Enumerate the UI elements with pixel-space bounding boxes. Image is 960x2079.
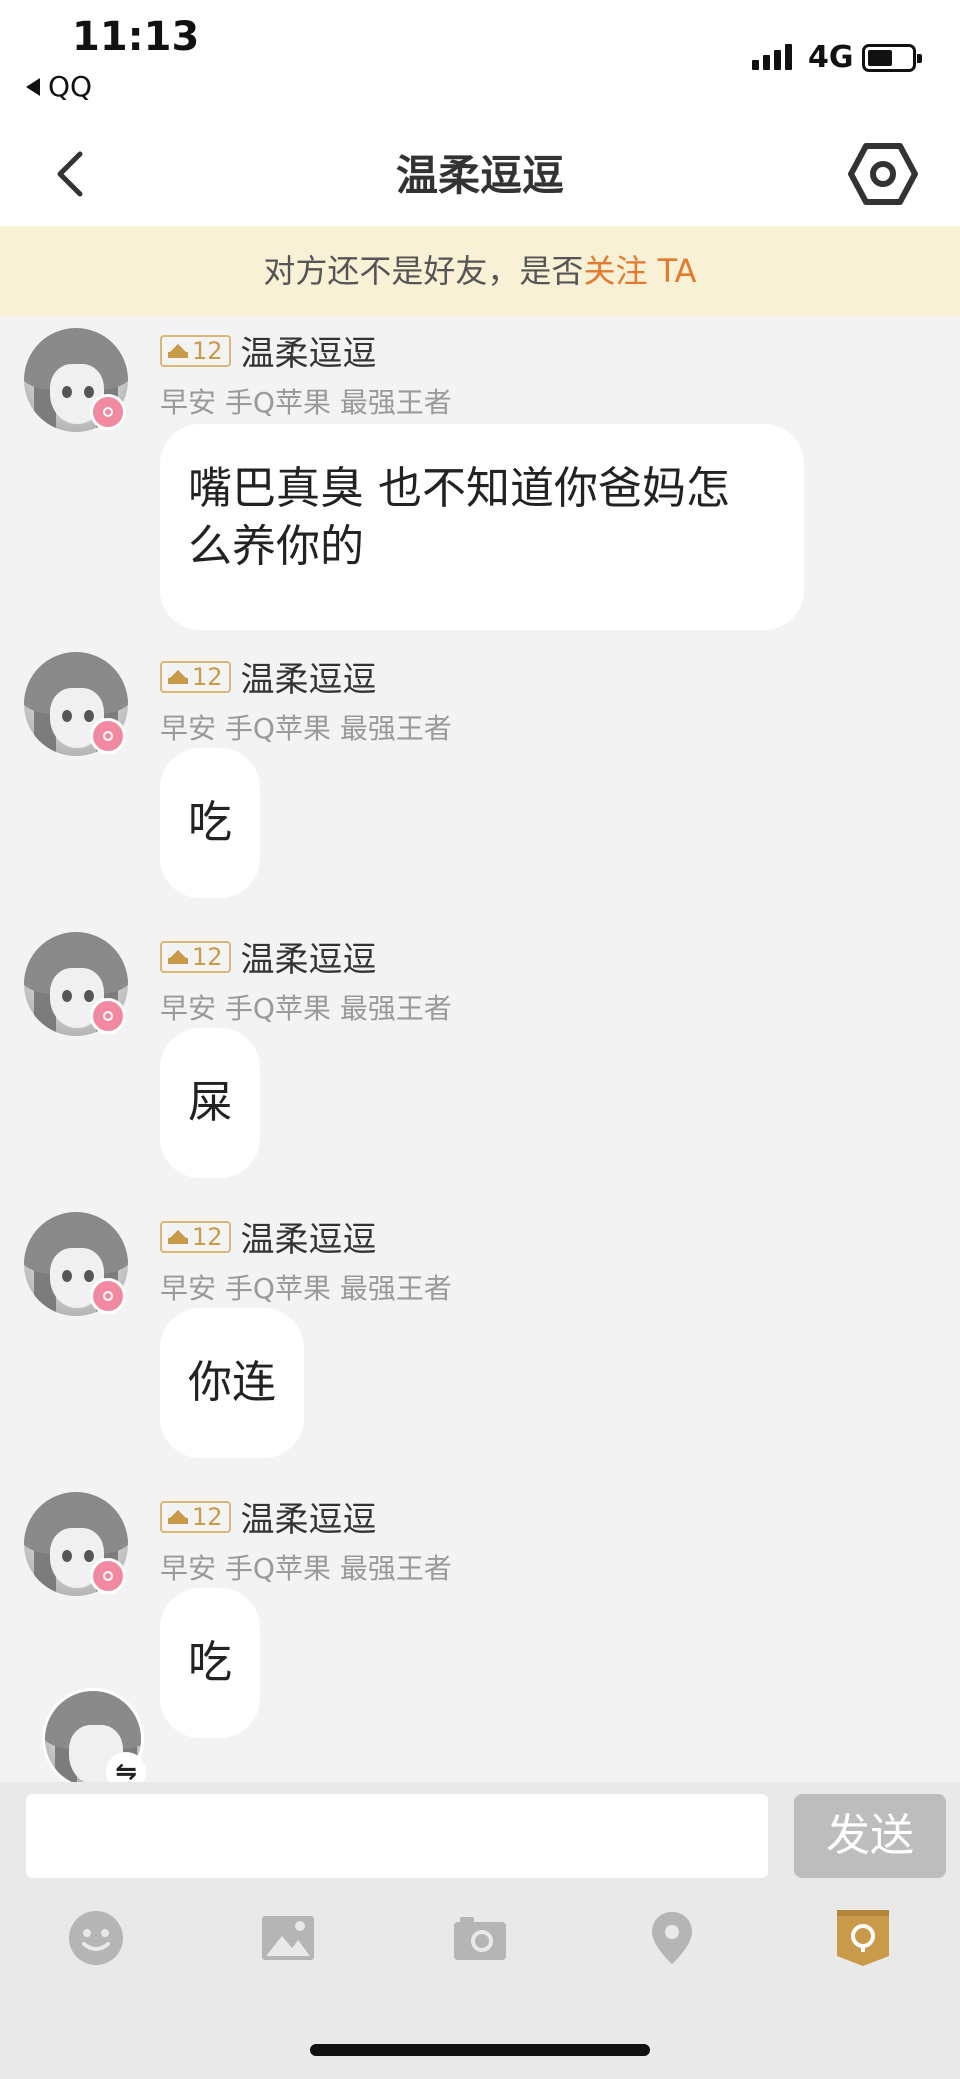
sender-tags: 早安 手Q苹果 最强王者 <box>160 1552 452 1585</box>
level-badge: 12 <box>160 940 231 973</box>
level-badge: 12 <box>160 1500 231 1533</box>
sender-meta: 12 温柔逗逗 早安 手Q苹果 最强王者 <box>160 652 452 747</box>
message-text: 吃 <box>188 1637 232 1688</box>
message-text-line: 嘴巴真臭 也不知道你爸妈怎 <box>188 463 730 514</box>
message-bubble[interactable]: 你连 <box>160 1308 304 1458</box>
message-bubble[interactable]: 嘴巴真臭 也不知道你爸妈怎 么养你的 <box>160 424 804 630</box>
level-badge: 12 <box>160 660 231 693</box>
crown-icon <box>168 669 188 684</box>
sender-tags: 早安 手Q苹果 最强王者 <box>160 386 452 419</box>
crown-icon <box>168 949 188 964</box>
composer-bar: 发送 <box>0 1782 960 1884</box>
location-icon[interactable] <box>642 1908 702 1968</box>
home-indicator[interactable] <box>310 2044 650 2056</box>
female-gender-icon <box>90 998 126 1034</box>
follow-banner-text: 对方还不是好友，是否 <box>263 252 584 290</box>
sender-tags: 早安 手Q苹果 最强王者 <box>160 712 452 745</box>
battery-icon <box>862 44 922 72</box>
sender-meta: 12 温柔逗逗 早安 手Q苹果 最强王者 <box>160 1492 452 1587</box>
message-text-line: 么养你的 <box>188 521 364 572</box>
sender-meta: 12 温柔逗逗 早安 手Q苹果 最强王者 <box>160 1212 452 1307</box>
chat-title: 温柔逗逗 <box>395 151 564 200</box>
message-bubble[interactable]: 吃 <box>160 748 260 898</box>
signal-icon <box>752 44 792 70</box>
sender-name[interactable]: 温柔逗逗 <box>241 932 377 981</box>
sender-tags: 早安 手Q苹果 最强王者 <box>160 992 452 1025</box>
status-time: 11:13 <box>72 14 200 60</box>
female-gender-icon <box>90 1278 126 1314</box>
sender-name[interactable]: 温柔逗逗 <box>241 652 377 701</box>
follow-banner: 对方还不是好友，是否关注 TA <box>0 226 960 316</box>
status-bar: 11:13 QQ 4G <box>0 0 960 120</box>
message-bubble[interactable]: 屎 <box>160 1028 260 1178</box>
message-input[interactable] <box>26 1794 768 1878</box>
crown-icon <box>168 343 188 358</box>
crown-icon <box>168 1509 188 1524</box>
chat-header: 温柔逗逗 <box>0 120 960 226</box>
back-to-app-button[interactable]: QQ <box>26 70 92 103</box>
send-button[interactable]: 发送 <box>794 1794 946 1878</box>
crown-icon <box>168 1229 188 1244</box>
level-badge: 12 <box>160 1220 231 1253</box>
back-triangle-icon <box>26 77 40 96</box>
settings-hexagon-icon[interactable] <box>848 142 918 206</box>
input-toolbar <box>0 1884 960 2079</box>
network-type: 4G <box>808 40 854 75</box>
sender-name[interactable]: 温柔逗逗 <box>241 1492 377 1541</box>
female-gender-icon <box>90 394 126 430</box>
female-gender-icon <box>90 1558 126 1594</box>
image-icon[interactable] <box>258 1908 318 1968</box>
sender-meta: 12 温柔逗逗 早安 手Q苹果 最强王者 <box>160 932 452 1027</box>
sender-name[interactable]: 温柔逗逗 <box>241 1212 377 1261</box>
sender-tags: 早安 手Q苹果 最强王者 <box>160 1272 452 1305</box>
back-app-label: QQ <box>48 70 93 103</box>
red-packet-icon[interactable] <box>834 1906 892 1968</box>
camera-icon[interactable] <box>450 1908 510 1968</box>
female-gender-icon <box>90 718 126 754</box>
message-list[interactable]: 12 温柔逗逗 早安 手Q苹果 最强王者 嘴巴真臭 也不知道你爸妈怎 么养你的 1… <box>0 316 960 1782</box>
follow-link[interactable]: 关注 TA <box>583 252 696 290</box>
message-text: 吃 <box>188 797 232 848</box>
emoji-icon[interactable] <box>66 1908 126 1968</box>
sender-name[interactable]: 温柔逗逗 <box>241 326 377 375</box>
message-bubble[interactable]: 吃 <box>160 1588 260 1738</box>
message-text: 你连 <box>188 1357 276 1408</box>
level-badge: 12 <box>160 334 231 367</box>
message-text: 屎 <box>188 1077 232 1128</box>
sender-meta: 12 温柔逗逗 早安 手Q苹果 最强王者 <box>160 326 452 421</box>
